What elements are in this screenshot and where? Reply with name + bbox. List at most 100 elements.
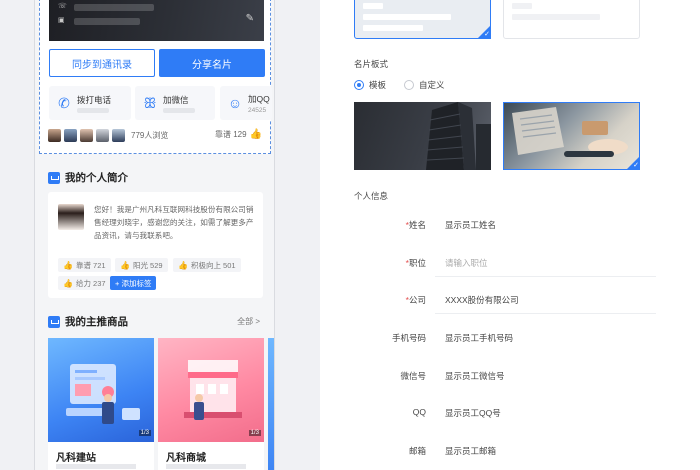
thumbs-up-icon: 👍 — [249, 129, 262, 140]
tag-item[interactable]: 👍 靠谱 721 — [58, 258, 111, 272]
blurred-product-desc — [56, 464, 136, 469]
qq-number: 24525 — [248, 106, 267, 114]
field-label: 邮箱 — [408, 446, 426, 456]
radio-custom[interactable]: 自定义 — [404, 79, 445, 91]
tag-label: 积极向上 501 — [190, 260, 236, 270]
viewer-avatar — [64, 129, 77, 142]
company-input[interactable]: XXXX股份有限公司 — [445, 294, 519, 306]
tag-label: 阳光 529 — [132, 260, 163, 270]
card-preview-phone: ☏ ▣ ✎ 同步到通讯录 分享名片 ✆ 拨打电话 ꕥ 加微信 ☺ 加QQ 245… — [34, 0, 275, 470]
products-title-text: 我的主推商品 — [65, 316, 128, 328]
wechat-field[interactable]: 显示员工微信号 — [445, 370, 505, 382]
field-label: QQ — [412, 407, 426, 417]
blurred-phone-number — [77, 107, 109, 113]
template-line — [363, 3, 383, 9]
add-wechat-label: 加微信 — [163, 94, 189, 105]
field-label: *职位 — [405, 258, 426, 268]
field-label: 手机号码 — [391, 333, 426, 343]
call-phone-label: 拨打电话 — [77, 94, 112, 105]
mobile-field[interactable]: 显示员工手机号码 — [445, 332, 513, 344]
product-image — [158, 338, 264, 442]
radio-template-label: 模板 — [369, 80, 387, 90]
thumbs-up-icon: 👍 — [120, 260, 130, 270]
add-tag-button[interactable]: + 添加标签 — [110, 276, 157, 290]
intro-title-text: 我的个人简介 — [65, 172, 128, 184]
intro-card: 您好！我是广州凡科互联网科技股份有限公司销售经理刘晓宇，感谢您的关注，如需了解更… — [48, 192, 263, 298]
thumbs-up-icon: 👍 — [63, 278, 73, 288]
business-card-area[interactable]: ☏ ▣ ✎ 同步到通讯录 分享名片 ✆ 拨打电话 ꕥ 加微信 ☺ 加QQ 245… — [39, 0, 272, 154]
blurred-product-desc — [166, 464, 246, 469]
template-option[interactable] — [503, 0, 640, 39]
product-card[interactable]: 1/3 凡科商城 — [158, 338, 264, 470]
viewer-avatar — [80, 129, 93, 142]
field-row-name: *姓名 显示员工姓名 — [320, 211, 700, 239]
sync-contacts-button[interactable]: 同步到通讯录 — [49, 49, 155, 77]
field-row-wechat: 微信号 显示员工微信号 — [320, 362, 700, 390]
field-row-email: 邮箱 显示员工邮箱 — [320, 437, 700, 465]
likes-counter[interactable]: 靠谱 129 👍 — [215, 129, 262, 140]
tag-label: 给力 237 — [75, 278, 106, 288]
products-section-title: 我的主推商品 — [48, 314, 128, 329]
card-background-image: ☏ ▣ ✎ — [49, 0, 264, 41]
product-image — [48, 338, 154, 442]
field-label: 微信号 — [400, 371, 426, 381]
wechat-mini-icon: ▣ — [58, 17, 65, 24]
product-card[interactable]: 1/3 凡科建站 — [48, 338, 154, 470]
city-building-image — [426, 102, 491, 170]
tag-item[interactable]: 👍 给力 237 — [58, 276, 111, 290]
template-line — [363, 25, 423, 31]
template-option-selected[interactable]: ✓ — [354, 0, 491, 39]
intro-text: 您好！我是广州凡科互联网科技股份有限公司销售经理刘晓宇，感谢您的关注，如需了解更… — [94, 205, 254, 240]
radio-selected-icon — [354, 80, 364, 90]
field-row-mobile: 手机号码 显示员工手机号码 — [320, 324, 700, 352]
phone-icon: ✆ — [58, 95, 70, 111]
radio-template[interactable]: 模板 — [354, 79, 386, 91]
share-card-button[interactable]: 分享名片 — [159, 49, 265, 77]
thumbs-up-icon: 👍 — [178, 260, 188, 270]
input-underline — [435, 313, 656, 314]
avatar — [58, 204, 84, 230]
product-name: 凡科建站 — [56, 453, 96, 464]
image-count-badge: 1/3 — [248, 430, 261, 436]
field-row-qq: QQ 显示员工QQ号 — [320, 399, 700, 427]
view-count: 779人浏览 — [131, 131, 169, 140]
radio-custom-label: 自定义 — [419, 80, 445, 90]
thumbs-up-icon: 👍 — [63, 260, 73, 270]
tag-label: 靠谱 721 — [75, 260, 106, 270]
edit-pen-icon[interactable]: ✎ — [246, 13, 254, 24]
viewers-row[interactable]: 779人浏览 — [48, 129, 168, 142]
selected-check-icon: ✓ — [477, 25, 491, 39]
product-card-partial[interactable] — [268, 338, 274, 470]
profile-icon — [48, 171, 60, 184]
viewer-avatar — [112, 129, 125, 142]
website-builder-illustration — [66, 364, 140, 424]
tag-item[interactable]: 👍 积极向上 501 — [173, 258, 241, 272]
card-style-label: 名片板式 — [354, 59, 389, 69]
products-icon — [48, 315, 60, 328]
style-option-desk[interactable]: ✓ — [503, 102, 640, 170]
personal-info-label: 个人信息 — [354, 191, 389, 201]
template-line — [512, 14, 600, 20]
all-products-link[interactable]: 全部 > — [237, 316, 260, 327]
card-settings-form: ✓ 名片板式 模板 自定义 ✓ 个人信息 *姓名 显示员工姓名 *职位 请输入职… — [320, 0, 700, 470]
blurred-wechat-id — [163, 107, 195, 113]
radio-unselected-icon — [404, 80, 414, 90]
call-phone-item[interactable]: ✆ 拨打电话 — [49, 86, 131, 120]
wechat-icon: ꕥ — [143, 95, 157, 111]
position-input[interactable]: 请输入职位 — [445, 257, 488, 269]
phone-mini-icon: ☏ — [58, 3, 67, 10]
template-line — [363, 14, 451, 20]
email-field[interactable]: 显示员工邮箱 — [445, 445, 496, 457]
add-wechat-item[interactable]: ꕥ 加微信 — [135, 86, 215, 120]
tag-item[interactable]: 👍 阳光 529 — [115, 258, 168, 272]
image-count-badge: 1/3 — [138, 430, 151, 436]
name-field[interactable]: 显示员工姓名 — [445, 219, 496, 231]
qq-field[interactable]: 显示员工QQ号 — [445, 407, 501, 419]
field-label: *公司 — [405, 295, 426, 305]
viewer-avatar — [96, 129, 109, 142]
add-qq-item[interactable]: ☺ 加QQ 24525 — [220, 86, 272, 120]
style-option-city[interactable] — [354, 102, 491, 170]
blurred-phone-text — [74, 4, 154, 11]
likes-text: 靠谱 129 — [214, 130, 247, 139]
field-row-company: *公司 XXXX股份有限公司 — [320, 286, 700, 314]
